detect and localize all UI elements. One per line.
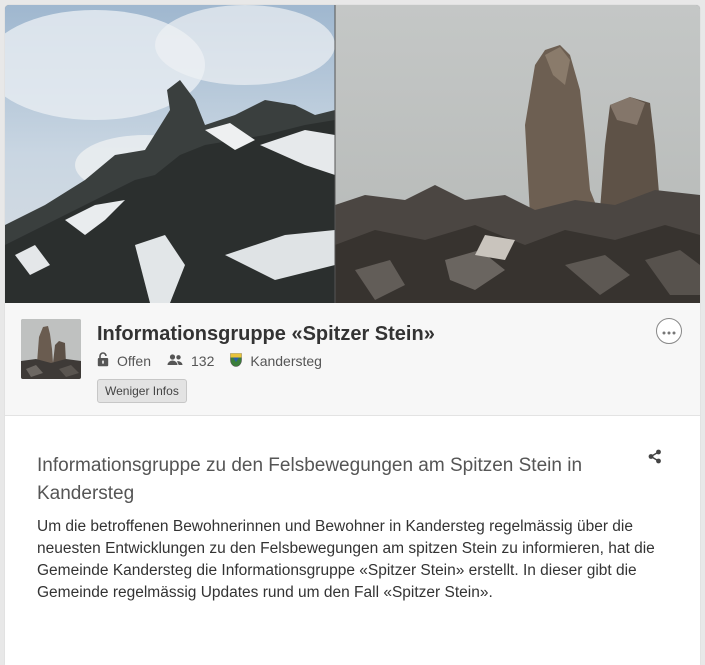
group-members[interactable]: 132 xyxy=(167,353,214,369)
more-options-button[interactable] xyxy=(656,318,682,344)
group-location-label: Kandersteg xyxy=(250,353,322,369)
group-status-label: Offen xyxy=(117,353,151,369)
description-text: Um die betroffenen Bewohnerinnen und Bew… xyxy=(37,518,655,601)
group-description: Informationsgruppe zu den Felsbewegungen… xyxy=(5,416,700,665)
group-location[interactable]: Kandersteg xyxy=(230,352,322,370)
group-title: Informationsgruppe «Spitzer Stein» xyxy=(97,323,435,345)
group-member-count: 132 xyxy=(191,353,215,369)
group-card: Informationsgruppe «Spitzer Stein» Offen xyxy=(5,5,700,665)
group-banner-image xyxy=(5,5,700,303)
group-avatar xyxy=(21,319,81,379)
unlock-icon xyxy=(97,352,117,370)
less-info-button[interactable]: Weniger Infos xyxy=(97,379,187,403)
share-icon xyxy=(648,449,662,469)
group-meta: Offen 132 Kandersteg xyxy=(97,351,338,371)
group-status: Offen xyxy=(97,352,151,370)
description-title: Informationsgruppe zu den Felsbewegungen… xyxy=(37,455,583,504)
share-button[interactable] xyxy=(645,449,665,469)
coat-of-arms-icon xyxy=(230,352,250,370)
more-options-icon xyxy=(662,322,676,340)
group-header: Informationsgruppe «Spitzer Stein» Offen xyxy=(5,303,700,416)
users-icon xyxy=(167,353,191,369)
